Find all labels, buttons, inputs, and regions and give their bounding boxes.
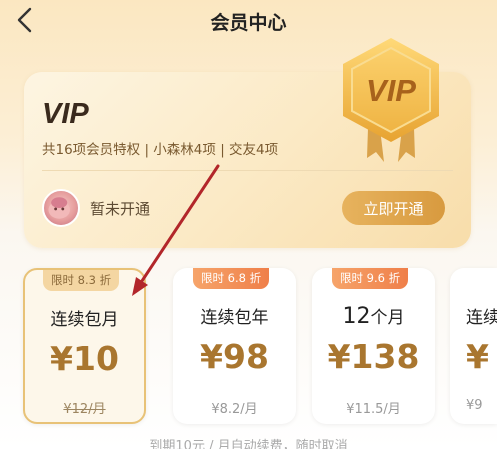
plan-name: 12个月 (312, 303, 435, 329)
plan-card-12-months[interactable]: 限时 9.6 折 12个月 ¥138 ¥11.5/月 (312, 268, 435, 424)
plan-name: 连续包月 (50, 310, 119, 330)
plan-unit-price: ¥12/月 (63, 402, 106, 417)
plan-price: ¥10 (50, 339, 119, 378)
plan-price: ¥98 (200, 337, 269, 376)
plan-name-suffix: 个月 (370, 308, 405, 328)
avatar-image (48, 197, 70, 219)
plan-name: 连续 (466, 308, 497, 328)
open-membership-button[interactable]: 立即开通 (342, 191, 445, 225)
plan-card-yearly[interactable]: 限时 6.8 折 连续包年 ¥98 ¥8.2/月 (173, 268, 296, 424)
vip-privileges-text: 共16项会员特权 | 小森林4项 | 交友4项 (42, 142, 279, 158)
plan-name: 连续包年 (200, 308, 269, 328)
discount-tag: 限时 6.8 折 (193, 268, 270, 289)
plan-unit-price: ¥11.5/月 (346, 402, 401, 417)
plan-price: ¥138 (327, 337, 420, 376)
discount-tag: 限时 9.6 折 (332, 268, 409, 289)
plan-card-monthly[interactable]: 限时 8.3 折 连续包月 ¥10 ¥12/月 (23, 268, 146, 424)
plan-name-number: 12 (342, 304, 371, 329)
discount-tag: 限时 8.3 折 (43, 270, 120, 291)
vip-badge-icon: VIP (343, 38, 439, 162)
page-title: 会员中心 (210, 12, 287, 34)
vip-logo: VIP (42, 98, 89, 126)
avatar[interactable] (42, 189, 80, 227)
plan-unit-price: ¥8.2/月 (211, 402, 258, 417)
plan-card-partial[interactable]: 连续 ¥ ¥9 (450, 268, 497, 424)
membership-status: 暂未开通 (90, 200, 151, 218)
plan-price: ¥ (466, 337, 489, 376)
card-divider (42, 170, 453, 171)
auto-renew-note: 到期10元 / 月自动续费，随时取消 (149, 439, 348, 449)
svg-text:VIP: VIP (42, 98, 89, 126)
plan-unit-price: ¥9 (466, 398, 483, 413)
svg-text:VIP: VIP (366, 73, 416, 108)
